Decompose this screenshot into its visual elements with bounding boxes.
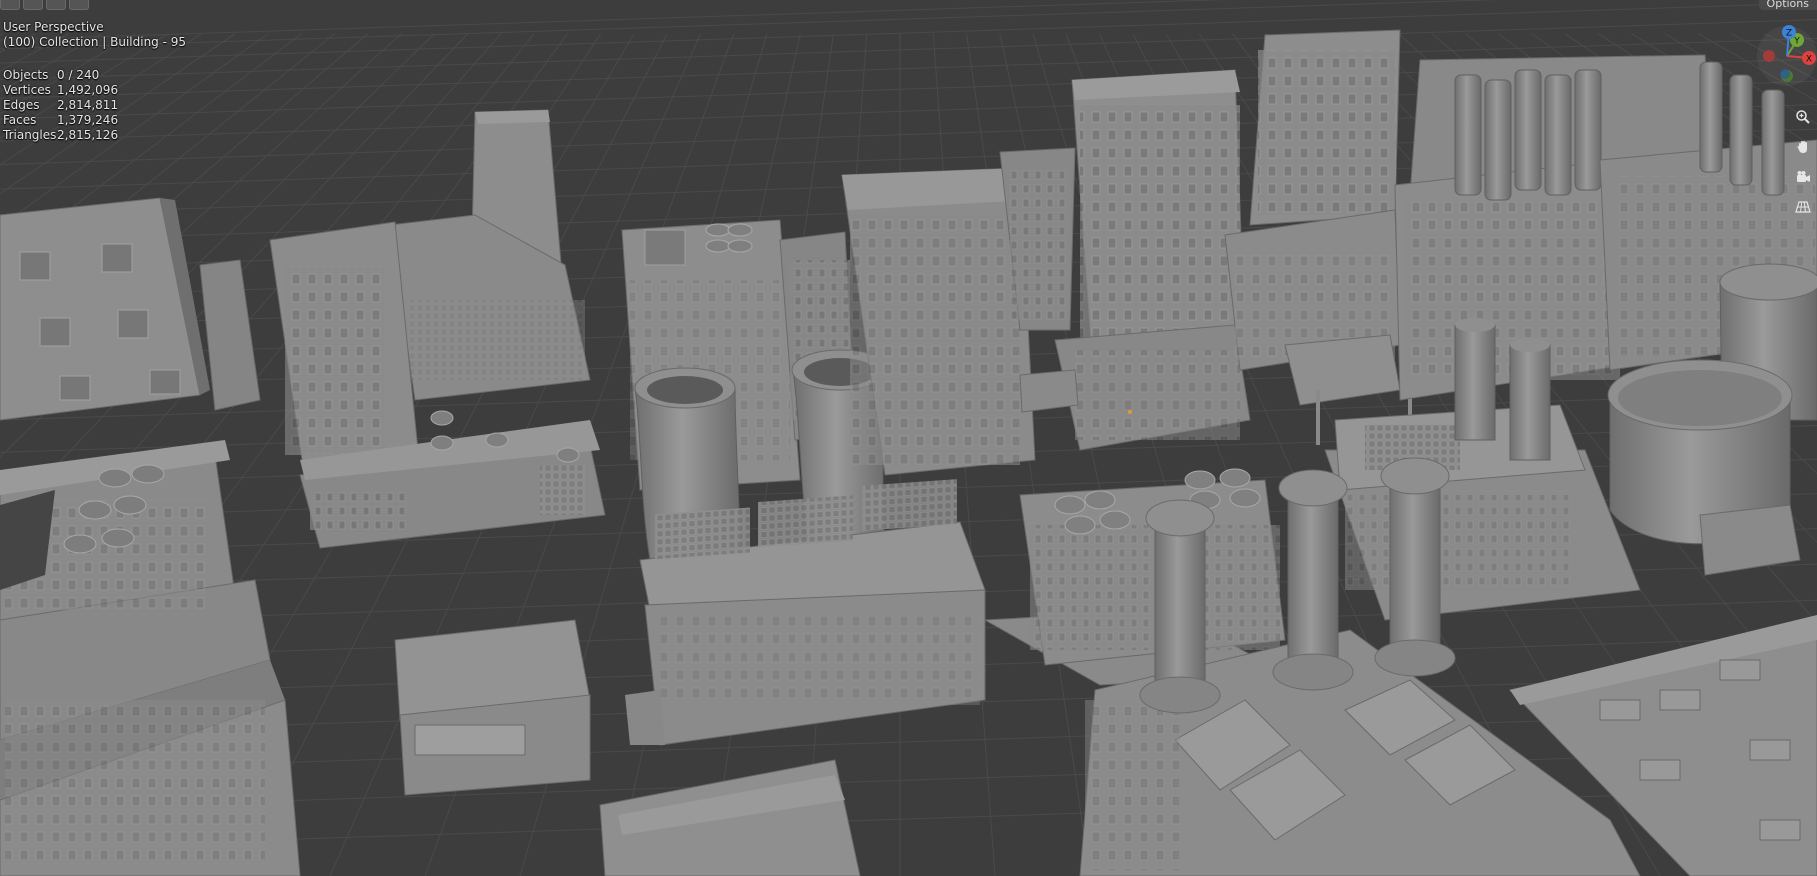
zoom-icon[interactable] [1789,103,1817,131]
viewport-info-overlay: User Perspective (100) Collection | Buil… [3,20,186,50]
header-toolbar-stub[interactable] [0,0,89,10]
view-name: User Perspective [3,20,104,34]
stat-row-vertices: Vertices 1,492,096 [3,83,118,98]
select-box-icon[interactable] [23,0,43,10]
options-dropdown[interactable]: Options [1758,0,1817,10]
gizmo-z-label: Z [1786,29,1792,39]
building-front-flat[interactable] [599,759,861,876]
gizmo-y-label: Y [1793,37,1800,47]
scene-statistics: Objects 0 / 240 Vertices 1,492,096 Edges… [3,68,118,143]
building-left-stepped[interactable] [0,440,301,876]
building-solar-roof[interactable] [625,479,986,746]
stat-value: 0 / 240 [57,68,100,82]
stat-label: Edges [3,98,40,112]
building-left-tall[interactable] [0,197,210,421]
grid-ortho-icon[interactable] [1789,193,1817,221]
stat-value: 2,814,811 [57,98,119,112]
building-brick-tower[interactable] [269,109,606,549]
select-extend-icon[interactable] [46,0,66,10]
camera-view-icon[interactable] [1789,163,1817,191]
active-context: (100) Collection | Building - 95 [3,35,187,49]
stat-label: Faces [3,113,37,127]
stat-value: 1,492,096 [57,83,119,97]
navigation-gizmo[interactable]: X Y Z [1747,18,1817,88]
stat-row-faces: Faces 1,379,246 [3,113,118,128]
building-ac-units[interactable] [983,468,1292,686]
stat-row-objects: Objects 0 / 240 [3,68,118,83]
building-classic[interactable] [841,147,1076,476]
gizmo-neg-x[interactable] [1763,50,1775,62]
3d-viewport[interactable] [0,0,1817,876]
gizmo-x-label: X [1806,55,1812,65]
stat-label: Vertices [3,83,51,97]
stat-label: Triangles [3,128,57,142]
stat-label: Objects [3,68,49,82]
pan-hand-icon[interactable] [1789,133,1817,161]
stat-value: 1,379,246 [57,113,119,127]
stat-row-edges: Edges 2,814,811 [3,98,118,113]
stat-row-triangles: Triangles 2,815,126 [3,128,118,143]
select-subtract-icon[interactable] [69,0,89,10]
building-small-hut[interactable] [394,619,591,796]
select-mode-icon[interactable] [0,0,20,10]
stat-value: 2,815,126 [57,128,119,142]
gizmo-neg-z[interactable] [1780,69,1790,79]
